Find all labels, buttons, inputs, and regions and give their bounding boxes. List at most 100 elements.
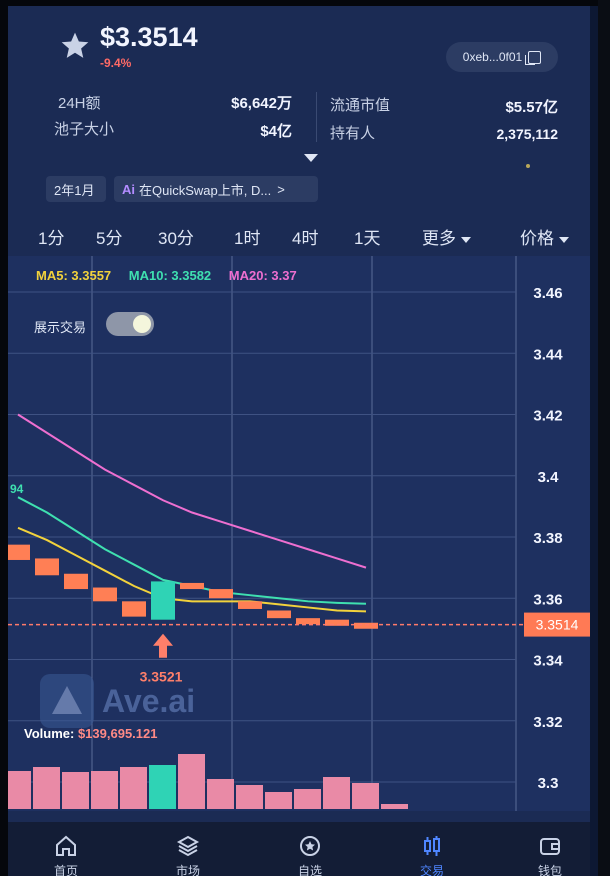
nav-home-label: 首页 (53, 864, 78, 876)
watermark-text: Ave.ai (102, 682, 196, 719)
date-chip[interactable]: 2年1月 (46, 176, 106, 202)
candle-down (180, 582, 204, 590)
home-icon (56, 835, 76, 856)
volume-bar (323, 777, 350, 809)
more-label: 更多 (422, 229, 456, 248)
nav-market-label: 市场 (175, 864, 200, 876)
contract-address-button[interactable]: 0xeb...0f01 (446, 42, 558, 72)
candle-up (151, 581, 175, 620)
expand-stats-icon[interactable] (304, 154, 318, 162)
volume-label: Volume: (24, 726, 75, 741)
candle-down (122, 601, 146, 617)
ma10-legend: MA10: 3.3582 (128, 268, 212, 283)
contract-address: 0xeb...0f01 (462, 50, 523, 64)
volume-bar (149, 765, 176, 809)
pool-size-value: $4亿 (260, 123, 292, 140)
show-trades-label: 展示交易 (34, 320, 87, 335)
tab-1d[interactable]: 1天 (354, 224, 380, 249)
ma5-legend: MA5: 3.3557 (36, 268, 112, 283)
volume-bar (120, 767, 147, 809)
layers-icon (176, 835, 200, 857)
pool-size-label: 池子大小 (54, 121, 115, 138)
star-circle-icon (300, 836, 320, 856)
nav-market[interactable]: 市场 (158, 834, 218, 876)
tab-4h[interactable]: 4时 (292, 224, 318, 249)
price-dropdown[interactable]: 价格 (520, 224, 569, 249)
show-trades-toggle[interactable] (106, 312, 154, 336)
volume-bar (265, 792, 292, 809)
y-tick-label: 3.36 (533, 591, 562, 608)
price-change: -9.4% (100, 56, 132, 70)
candle-down (64, 573, 88, 590)
chevron-right-icon: > (277, 181, 285, 197)
toggle-knob (133, 315, 151, 333)
nav-wallet-label: 钱包 (537, 864, 562, 876)
market-cap-value: $5.57亿 (505, 99, 558, 116)
bottom-nav: 首页 市场 自选 交易 钱包 (8, 822, 590, 876)
current-price-tag: 3.3514 (536, 617, 579, 633)
caret-down-icon (461, 236, 471, 243)
volume-bar (352, 783, 379, 809)
y-tick-label: 3.4 (538, 469, 560, 486)
watermark: Ave.ai (40, 674, 195, 728)
wallet-icon (540, 838, 560, 855)
app-screen: $3.3514 -9.4% 0xeb...0f01 24H额 $6,642万 池… (8, 6, 590, 876)
y-tick-label: 3.38 (533, 530, 562, 547)
candle-down (238, 601, 262, 609)
ave-logo-icon (40, 674, 94, 728)
more-dropdown[interactable]: 更多 (422, 224, 471, 249)
candle-down (93, 587, 117, 602)
nav-trade-label: 交易 (419, 864, 444, 876)
volume-bar (381, 804, 408, 809)
volume-value: $139,695.121 (77, 726, 158, 741)
nav-watchlist[interactable]: 自选 (280, 834, 340, 876)
y-tick-label: 3.32 (533, 714, 562, 731)
ma20-legend: MA20: 3.37 (228, 268, 297, 283)
volume-bar (178, 754, 205, 809)
y-tick-label: 3.42 (533, 408, 562, 425)
candle-down (35, 558, 59, 576)
ai-badge: Ai (122, 181, 135, 197)
candle-down (8, 544, 30, 560)
favorite-star-icon[interactable] (58, 30, 92, 67)
ma10-edge-label: 94 (10, 482, 24, 496)
candles-icon (424, 836, 440, 856)
ma-legend: MA5: 3.3557 MA10: 3.3582 MA20: 3.37 (36, 268, 311, 283)
y-tick-label: 3.34 (533, 653, 563, 670)
y-tick-label: 3.44 (533, 346, 563, 363)
candle-down (296, 618, 320, 625)
tab-1m[interactable]: 1分 (38, 224, 64, 249)
tab-1h[interactable]: 1时 (234, 224, 260, 249)
volume-bar (207, 779, 234, 809)
volume-24h-value: $6,642万 (231, 95, 292, 112)
timeframe-tabs: 1分 5分 30分 1时 4时 1天 更多 价格 (8, 216, 590, 256)
volume-24h-label: 24H额 (58, 95, 101, 112)
copy-icon (525, 50, 542, 65)
caret-down-icon (559, 236, 569, 243)
nav-home[interactable]: 首页 (36, 834, 96, 876)
holders-label: 持有人 (330, 125, 376, 142)
candle-down (354, 622, 378, 629)
volume-bar (236, 785, 263, 809)
price-label: 价格 (520, 229, 554, 248)
listing-chip[interactable]: Ai 在QuickSwap上市, D... > (114, 176, 318, 202)
nav-wallet[interactable]: 钱包 (520, 834, 580, 876)
volume-bar (294, 789, 321, 809)
y-tick-label: 3.46 (533, 285, 562, 302)
tab-30m[interactable]: 30分 (158, 224, 194, 249)
market-cap-label: 流通市值 (330, 97, 391, 114)
tab-5m[interactable]: 5分 (96, 224, 122, 249)
holders-value: 2,375,112 (496, 126, 558, 142)
volume-bar (33, 767, 60, 809)
volume-bar (8, 771, 31, 809)
listing-text: 在QuickSwap上市, D... (139, 182, 272, 198)
y-tick-label: 3.3 (538, 775, 559, 792)
nav-trade[interactable]: 交易 (402, 834, 462, 876)
token-price: $3.3514 (100, 22, 198, 52)
candle-down (267, 610, 291, 619)
nav-watchlist-label: 自选 (297, 864, 322, 876)
candle-down (209, 589, 233, 599)
volume-bar (62, 772, 89, 809)
indicator-dot (526, 164, 530, 168)
volume-bar (91, 771, 118, 809)
